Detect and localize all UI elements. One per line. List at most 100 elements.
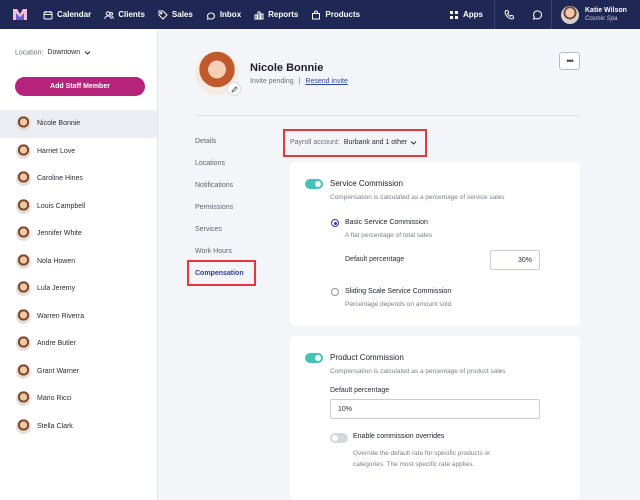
nav-reports[interactable]: Reports bbox=[254, 0, 298, 29]
nav-reports-label: Reports bbox=[268, 10, 299, 19]
bag-icon bbox=[312, 10, 321, 19]
more-options-button[interactable]: ••• bbox=[559, 52, 580, 70]
sliding-commission-subtitle: Percentage depends on amount sold bbox=[345, 301, 452, 308]
toggle-knob bbox=[315, 181, 321, 187]
tag-icon bbox=[158, 10, 168, 20]
staff-name: Warren Riverra bbox=[37, 312, 85, 320]
user-name: Katie Wilson bbox=[585, 6, 627, 14]
phone-button[interactable] bbox=[495, 0, 523, 29]
service-commission-subtitle: Compensation is calculated as a percenta… bbox=[330, 194, 505, 201]
toggle-knob bbox=[332, 435, 338, 441]
staff-list-item[interactable]: Lula Jeremy bbox=[0, 275, 157, 303]
nav-clients[interactable]: Clients bbox=[104, 0, 145, 29]
staff-list-item[interactable]: Nicole Bonnie bbox=[0, 110, 157, 138]
staff-list-item[interactable]: Nola Howen bbox=[0, 248, 157, 276]
product-default-percentage-input[interactable]: 10% bbox=[330, 399, 540, 419]
commission-overrides-label: Enable commission overrides bbox=[353, 433, 445, 440]
tab-details[interactable]: Details bbox=[195, 137, 244, 159]
nav-clients-label: Clients bbox=[118, 10, 145, 19]
staff-avatar bbox=[16, 308, 31, 324]
sliding-commission-radio[interactable] bbox=[331, 288, 339, 296]
payroll-account-selector[interactable]: Payroll account: Burbank and 1 other bbox=[290, 139, 417, 146]
staff-avatar bbox=[16, 253, 31, 269]
commission-overrides-toggle[interactable] bbox=[330, 433, 348, 443]
staff-avatar bbox=[16, 226, 31, 242]
apps-button[interactable]: Apps bbox=[449, 10, 494, 20]
header-divider bbox=[195, 115, 580, 116]
nav-calendar-label: Calendar bbox=[57, 10, 92, 19]
payroll-label: Payroll account: bbox=[290, 139, 340, 146]
tab-notifications[interactable]: Notifications bbox=[195, 181, 244, 203]
location-selector[interactable]: Location: Downtown bbox=[15, 49, 91, 56]
chat-button[interactable] bbox=[523, 0, 551, 29]
staff-name: Grant Warner bbox=[37, 367, 80, 375]
staff-list-item[interactable]: Caroline Hines bbox=[0, 165, 157, 193]
sliding-commission-label: Sliding Scale Service Commission bbox=[345, 288, 452, 295]
staff-list-item[interactable]: Stella Clark bbox=[0, 413, 157, 441]
staff-list-item[interactable]: Andre Butler bbox=[0, 330, 157, 358]
basic-commission-radio[interactable] bbox=[331, 219, 339, 227]
service-commission-toggle[interactable] bbox=[305, 179, 323, 189]
staff-list-item[interactable]: Jennifer White bbox=[0, 220, 157, 248]
product-commission-card: Product Commission Compensation is calcu… bbox=[290, 336, 580, 500]
location-label: Location: bbox=[15, 49, 44, 57]
main-content: Nicole Bonnie Invite pending | Resend invi… bbox=[159, 29, 640, 500]
phone-icon bbox=[504, 9, 514, 20]
staff-avatar bbox=[16, 143, 31, 159]
bar-chart-icon bbox=[254, 11, 264, 19]
user-avatar bbox=[561, 5, 579, 24]
payroll-value: Burbank and 1 other bbox=[343, 139, 408, 146]
compensation-tab-highlight bbox=[187, 260, 256, 286]
tab-services[interactable]: Services bbox=[195, 225, 244, 247]
staff-avatar bbox=[16, 418, 31, 434]
staff-name: Harriet Love bbox=[37, 147, 76, 155]
chevron-down-icon bbox=[410, 141, 417, 145]
service-default-percentage-input[interactable]: 30% bbox=[490, 250, 540, 270]
nav-inbox[interactable]: Inbox bbox=[206, 0, 241, 29]
staff-name: Jennifer White bbox=[37, 230, 82, 238]
staff-list-item[interactable]: Mario Ricci bbox=[0, 385, 157, 413]
pencil-icon bbox=[230, 85, 238, 93]
staff-name: Caroline Hines bbox=[37, 175, 83, 183]
basic-commission-subtitle: A flat percentage of total sales bbox=[345, 232, 433, 239]
inbox-icon bbox=[206, 12, 215, 20]
commission-overrides-subtitle-1: Override the default rate for specific p… bbox=[353, 450, 491, 457]
staff-avatar bbox=[16, 336, 31, 352]
edit-avatar-button[interactable] bbox=[227, 82, 241, 96]
staff-list-item[interactable]: Louis Campbell bbox=[0, 193, 157, 221]
staff-list-item[interactable]: Warren Riverra bbox=[0, 303, 157, 331]
calendar-icon bbox=[43, 10, 53, 19]
tab-locations[interactable]: Locations bbox=[195, 159, 244, 181]
nav-calendar[interactable]: Calendar bbox=[43, 0, 91, 29]
profile-status: Invite pending | Resend invite bbox=[250, 78, 348, 85]
staff-name: Stella Clark bbox=[37, 422, 73, 430]
users-icon bbox=[104, 10, 115, 19]
user-menu[interactable]: Katie Wilson Cosmic Spa bbox=[552, 5, 640, 24]
product-commission-title: Product Commission bbox=[330, 353, 404, 362]
nav-sales-label: Sales bbox=[171, 10, 193, 19]
resend-invite-link[interactable]: Resend invite bbox=[305, 78, 347, 85]
staff-name: Louis Campbell bbox=[37, 202, 86, 210]
profile-name: Nicole Bonnie bbox=[250, 62, 324, 74]
grid-icon bbox=[450, 10, 458, 19]
product-default-percentage-label: Default percentage bbox=[330, 387, 390, 394]
nav-products[interactable]: Products bbox=[311, 0, 360, 29]
app-logo[interactable] bbox=[13, 9, 27, 20]
user-business: Cosmic Spa bbox=[585, 15, 618, 22]
staff-avatar bbox=[16, 171, 31, 187]
staff-list-item[interactable]: Grant Warner bbox=[0, 358, 157, 386]
staff-name: Andre Butler bbox=[37, 340, 76, 348]
staff-list-item[interactable]: Harriet Love bbox=[0, 138, 157, 166]
staff-name: Mario Ricci bbox=[37, 395, 72, 403]
add-staff-member-button[interactable]: Add Staff Member bbox=[15, 77, 145, 96]
apps-label: Apps bbox=[463, 10, 483, 19]
tab-permissions[interactable]: Permissions bbox=[195, 203, 244, 225]
commission-overrides-subtitle-2: categories. The most specific rate appli… bbox=[353, 461, 475, 468]
basic-commission-label: Basic Service Commission bbox=[345, 219, 428, 226]
nav-sales[interactable]: Sales bbox=[158, 0, 193, 29]
product-commission-toggle[interactable] bbox=[305, 353, 323, 363]
chat-icon bbox=[532, 10, 542, 20]
staff-avatar bbox=[16, 391, 31, 407]
staff-avatar bbox=[16, 116, 31, 132]
nav-products-label: Products bbox=[325, 10, 361, 19]
